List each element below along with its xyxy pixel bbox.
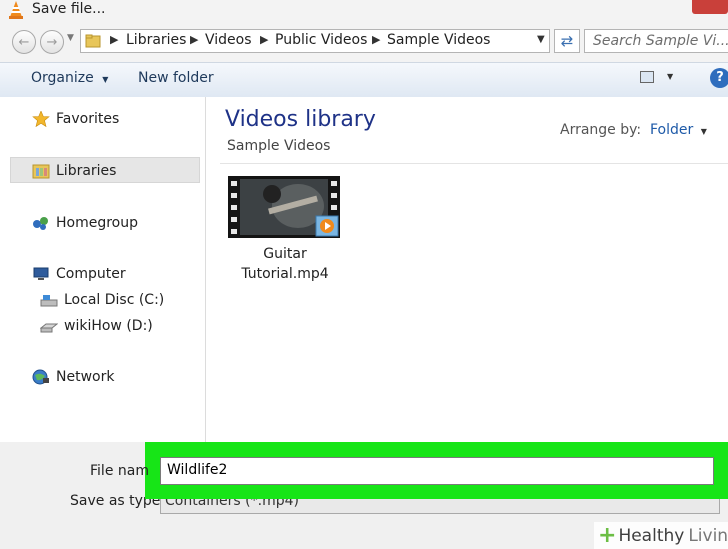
watermark: + Healthy Living — [594, 522, 728, 549]
address-dropdown-icon[interactable]: ▼ — [537, 34, 545, 45]
nav-network[interactable]: Network — [32, 366, 114, 388]
arrange-chevron-icon: ▼ — [700, 127, 707, 136]
nav-libraries-label: Libraries — [56, 163, 117, 179]
nav-homegroup[interactable]: Homegroup — [32, 212, 138, 234]
file-name-input[interactable]: Wildlife2 — [160, 457, 714, 485]
nav-computer-label: Computer — [56, 266, 126, 282]
libraries-icon — [32, 164, 50, 179]
library-subtitle: Sample Videos — [227, 138, 331, 154]
nav-homegroup-label: Homegroup — [56, 215, 139, 231]
refresh-icon: ⇄ — [560, 32, 574, 50]
nav-local-disc[interactable]: Local Disc (C:) — [40, 289, 164, 311]
film-strip-icon — [228, 176, 340, 238]
library-title: Videos library — [225, 107, 376, 132]
breadcrumb-sample-videos[interactable]: Sample Videos — [387, 32, 490, 48]
nav-computer[interactable]: Computer — [32, 263, 126, 285]
video-thumbnail[interactable] — [228, 176, 340, 238]
computer-icon — [33, 267, 49, 280]
title-bar — [0, 0, 728, 22]
star-icon — [32, 111, 50, 127]
file-name-line2: Tutorial.mp4 — [241, 266, 329, 282]
breadcrumb-videos[interactable]: Videos — [205, 32, 252, 48]
new-folder-button[interactable]: New folder — [138, 70, 214, 86]
refresh-button[interactable]: ⇄ — [554, 29, 580, 53]
plus-logo-icon: + — [598, 523, 617, 548]
arrange-by-value: Folder — [650, 122, 694, 138]
file-name-line1: Guitar — [263, 246, 307, 262]
organize-chevron-icon: ▼ — [102, 75, 109, 84]
local-disc-icon — [40, 295, 58, 307]
nav-wikihow-drive[interactable]: wikiHow (D:) — [40, 315, 153, 337]
file-item-label[interactable]: Guitar Tutorial.mp4 — [232, 244, 338, 284]
nav-libraries[interactable]: Libraries — [32, 160, 116, 182]
nav-wikihow-label: wikiHow (D:) — [64, 318, 153, 334]
breadcrumb-public-videos[interactable]: Public Videos — [275, 32, 367, 48]
header-divider — [220, 163, 728, 164]
forward-arrow-icon: → — [46, 34, 58, 50]
back-arrow-icon: ← — [18, 34, 30, 50]
organize-button[interactable]: Organize ▼ — [31, 70, 108, 86]
help-button[interactable]: ? — [710, 68, 728, 88]
nav-local-disc-label: Local Disc (C:) — [64, 292, 165, 308]
nav-favorites[interactable]: Favorites — [32, 108, 119, 130]
nav-network-label: Network — [56, 369, 115, 385]
breadcrumb-separator-icon: ▶ — [260, 33, 269, 46]
arrange-by-dropdown[interactable]: Folder ▼ — [650, 122, 707, 138]
breadcrumb-separator-icon: ▶ — [372, 33, 381, 46]
vlc-cone-icon — [9, 1, 23, 19]
command-toolbar — [0, 62, 728, 98]
watermark-brand2: Living — [688, 525, 728, 546]
close-button[interactable] — [692, 0, 728, 14]
address-bar[interactable]: ▶ Libraries ▶ Videos ▶ Public Videos ▶ S… — [80, 29, 550, 53]
back-button[interactable]: ← — [12, 30, 36, 54]
folder-icon — [85, 34, 101, 48]
watermark-brand: Healthy — [618, 525, 685, 546]
breadcrumb-libraries[interactable]: Libraries — [126, 32, 186, 48]
search-placeholder: Search Sample Vi... — [593, 33, 728, 49]
forward-button[interactable]: → — [40, 30, 64, 54]
breadcrumb-separator-icon: ▶ — [110, 33, 119, 46]
drive-icon — [40, 323, 58, 333]
homegroup-icon — [33, 217, 48, 230]
search-input[interactable]: Search Sample Vi... — [584, 29, 728, 53]
view-options-chevron-icon[interactable]: ▼ — [667, 72, 673, 81]
window-title: Save file... — [32, 1, 106, 17]
network-icon — [32, 369, 49, 385]
highlight-box-lower — [145, 485, 728, 499]
recent-pages-chevron-icon[interactable]: ▼ — [67, 33, 74, 43]
file-name-label: File nam — [90, 463, 149, 479]
arrange-by-label: Arrange by: — [560, 122, 642, 138]
nav-favorites-label: Favorites — [56, 111, 120, 127]
breadcrumb-separator-icon: ▶ — [190, 33, 199, 46]
organize-label: Organize — [31, 70, 94, 86]
change-view-icon[interactable] — [640, 71, 654, 83]
